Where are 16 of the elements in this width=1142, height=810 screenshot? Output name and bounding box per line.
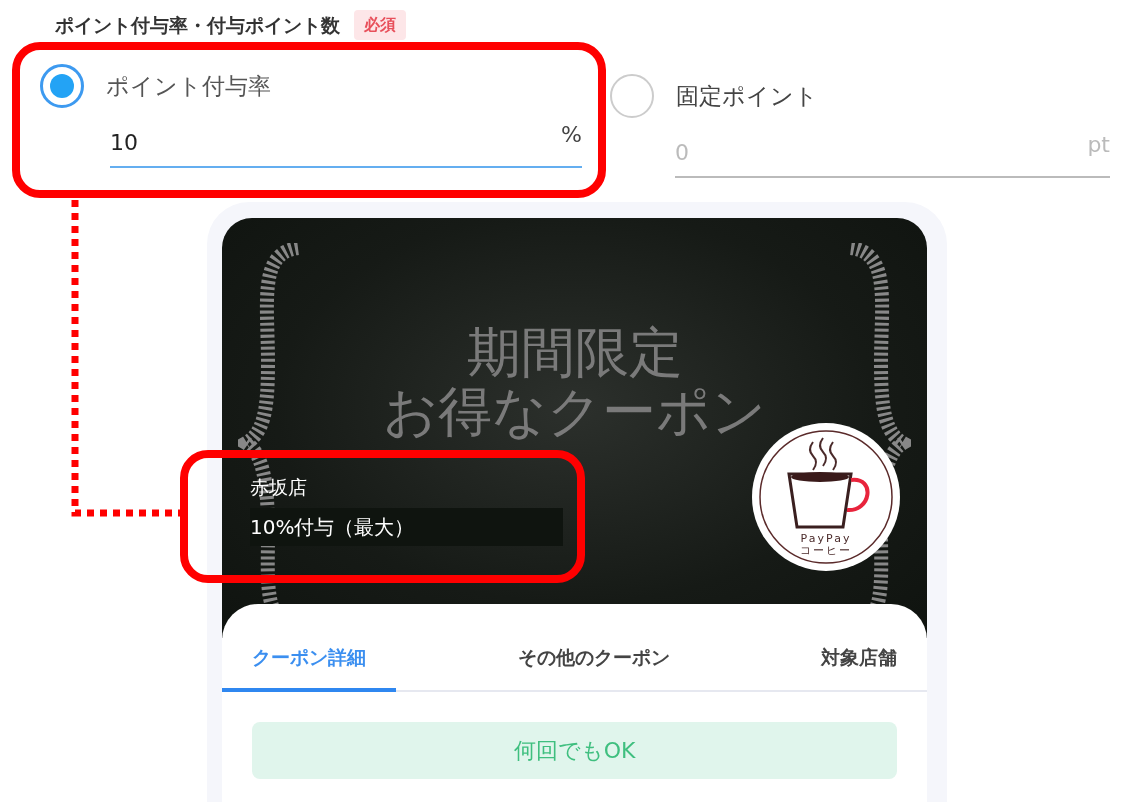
unit-label: %	[561, 121, 582, 149]
coffee-cup-logo: PayPay コーヒー	[751, 422, 901, 572]
reward-label: 10%付与（最大）	[250, 507, 563, 546]
radio-button[interactable]	[40, 64, 84, 108]
option-label: 固定ポイント	[676, 81, 818, 111]
unit-label: pt	[1087, 131, 1110, 159]
tab[interactable]: 対象店舗	[791, 626, 927, 692]
usage-badge: 何回でもOK	[252, 722, 897, 779]
field-label: ポイント付与率・付与ポイント数	[55, 12, 340, 38]
tab[interactable]: その他のクーポン	[396, 626, 791, 692]
input-field[interactable]: 10	[110, 118, 562, 159]
store-name: 赤坂店	[250, 475, 307, 500]
option-label: ポイント付与率	[106, 71, 271, 101]
radio-button[interactable]	[610, 74, 654, 118]
required-badge: 必須	[354, 10, 406, 40]
banner-text: 期間限定	[466, 323, 683, 383]
